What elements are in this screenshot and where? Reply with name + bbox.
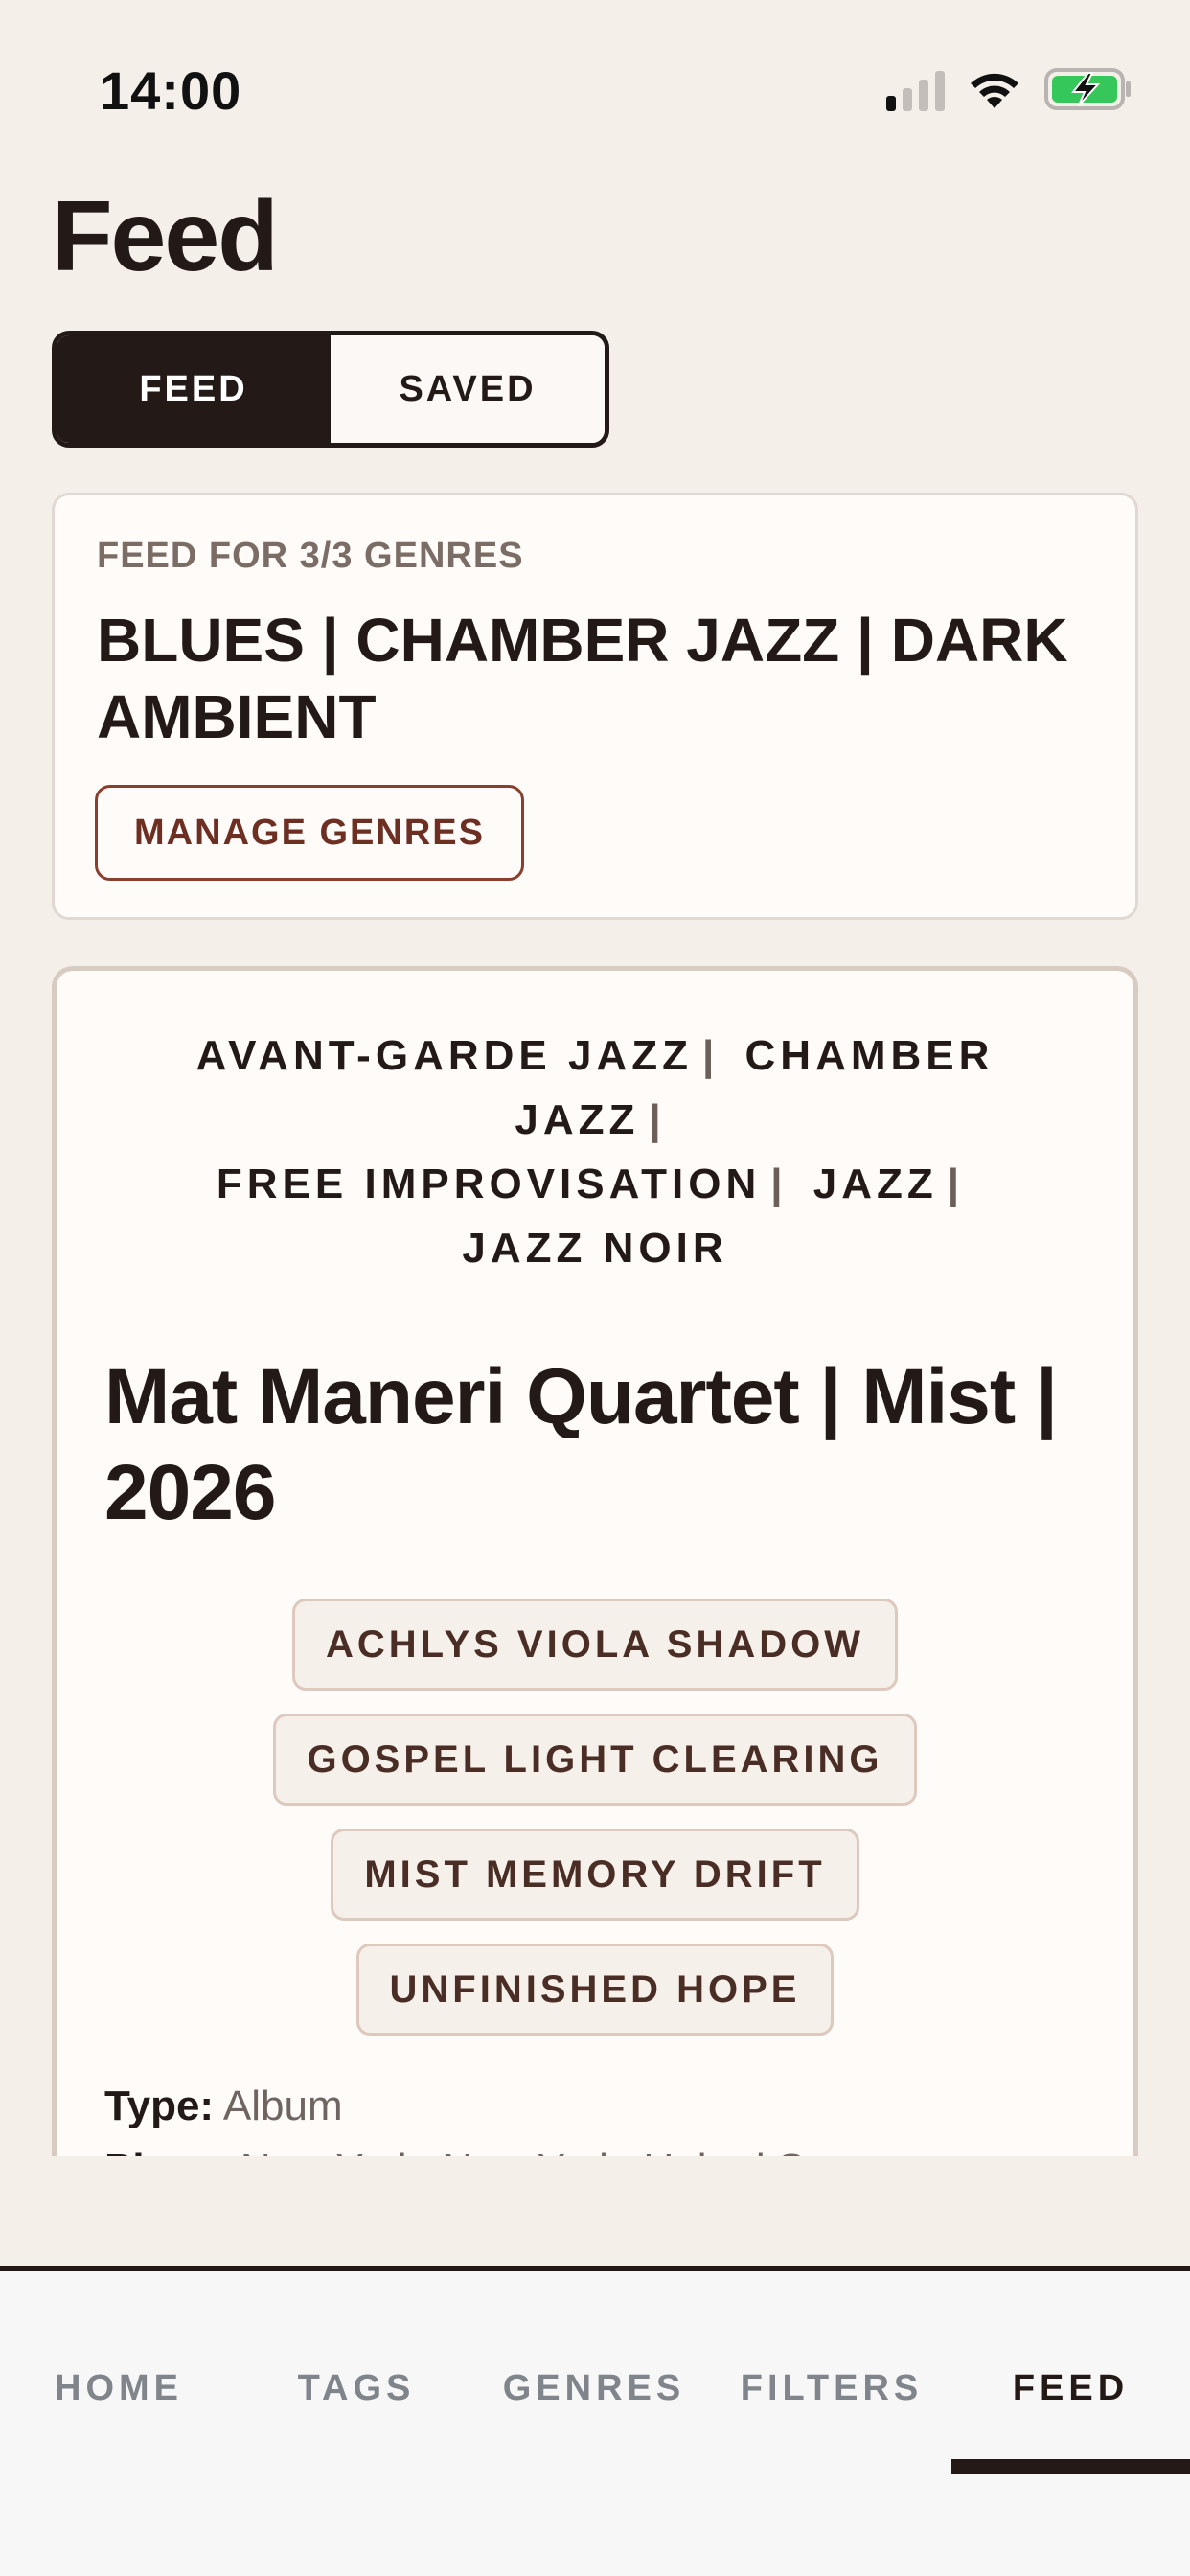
release-genre: FREE IMPROVISATION [216, 1161, 762, 1208]
tab-tags[interactable]: TAGS [238, 2359, 475, 2417]
tab-feed[interactable]: FEED [951, 2359, 1190, 2417]
release-genre: JAZZ NOIR [462, 1225, 728, 1272]
tab-saved-segment[interactable]: SAVED [331, 335, 605, 443]
tab-filters[interactable]: FILTERS [713, 2359, 950, 2417]
release-genre: AVANT-GARDE JAZZ [195, 1032, 693, 1079]
tag-chip[interactable]: UNFINISHED HOPE [355, 1944, 835, 2036]
type-key: Type: [104, 2082, 215, 2129]
release-title: Mat Maneri Quartet | Mist | 2026 [104, 1353, 1058, 1536]
bottom-tab-bar: HOME TAGS GENRES FILTERS FEED [0, 2266, 1190, 2576]
status-time: 14:00 [100, 60, 242, 121]
active-tab-indicator [951, 2459, 1190, 2474]
tab-feed-segment[interactable]: FEED [57, 335, 331, 443]
tag-chip[interactable]: MIST MEMORY DRIFT [331, 1828, 859, 1920]
scroll-edge [0, 2156, 1190, 2269]
release-genres: AVANT-GARDE JAZZ | CHAMBER JAZZ | FREE IMP… [195, 1032, 995, 1272]
summary-label: FEED FOR 3/3 GENRES [97, 536, 524, 576]
feed-saved-toggle: FEED SAVED [52, 331, 609, 448]
selected-genres: BLUES | CHAMBER JAZZ | DARK AMBIENT [97, 606, 1068, 751]
status-bar: 14:00 [0, 0, 1190, 182]
signal-icon [886, 67, 945, 111]
tab-genres[interactable]: GENRES [475, 2359, 713, 2417]
release-card[interactable]: AVANT-GARDE JAZZ | CHAMBER JAZZ | FREE IMP… [52, 966, 1138, 2308]
tag-chip[interactable]: ACHLYS VIOLA SHADOW [292, 1598, 898, 1690]
wifi-icon [966, 68, 1023, 110]
tab-home[interactable]: HOME [0, 2359, 238, 2417]
release-genre: JAZZ [812, 1161, 938, 1208]
type-row: Type: Album [104, 2075, 897, 2138]
tag-chip[interactable]: GOSPEL LIGHT CLEARING [273, 1714, 917, 1806]
page-title: Feed [52, 181, 279, 292]
release-tags: ACHLYS VIOLA SHADOW GOSPEL LIGHT CLEARIN… [57, 1598, 1133, 2036]
battery-charging-icon [1044, 67, 1133, 111]
manage-genres-button[interactable]: MANAGE GENRES [95, 785, 524, 881]
genre-summary-card: FEED FOR 3/3 GENRES BLUES | CHAMBER JAZZ… [52, 493, 1138, 920]
status-icons [886, 67, 1133, 111]
type-value: Album [222, 2082, 343, 2129]
